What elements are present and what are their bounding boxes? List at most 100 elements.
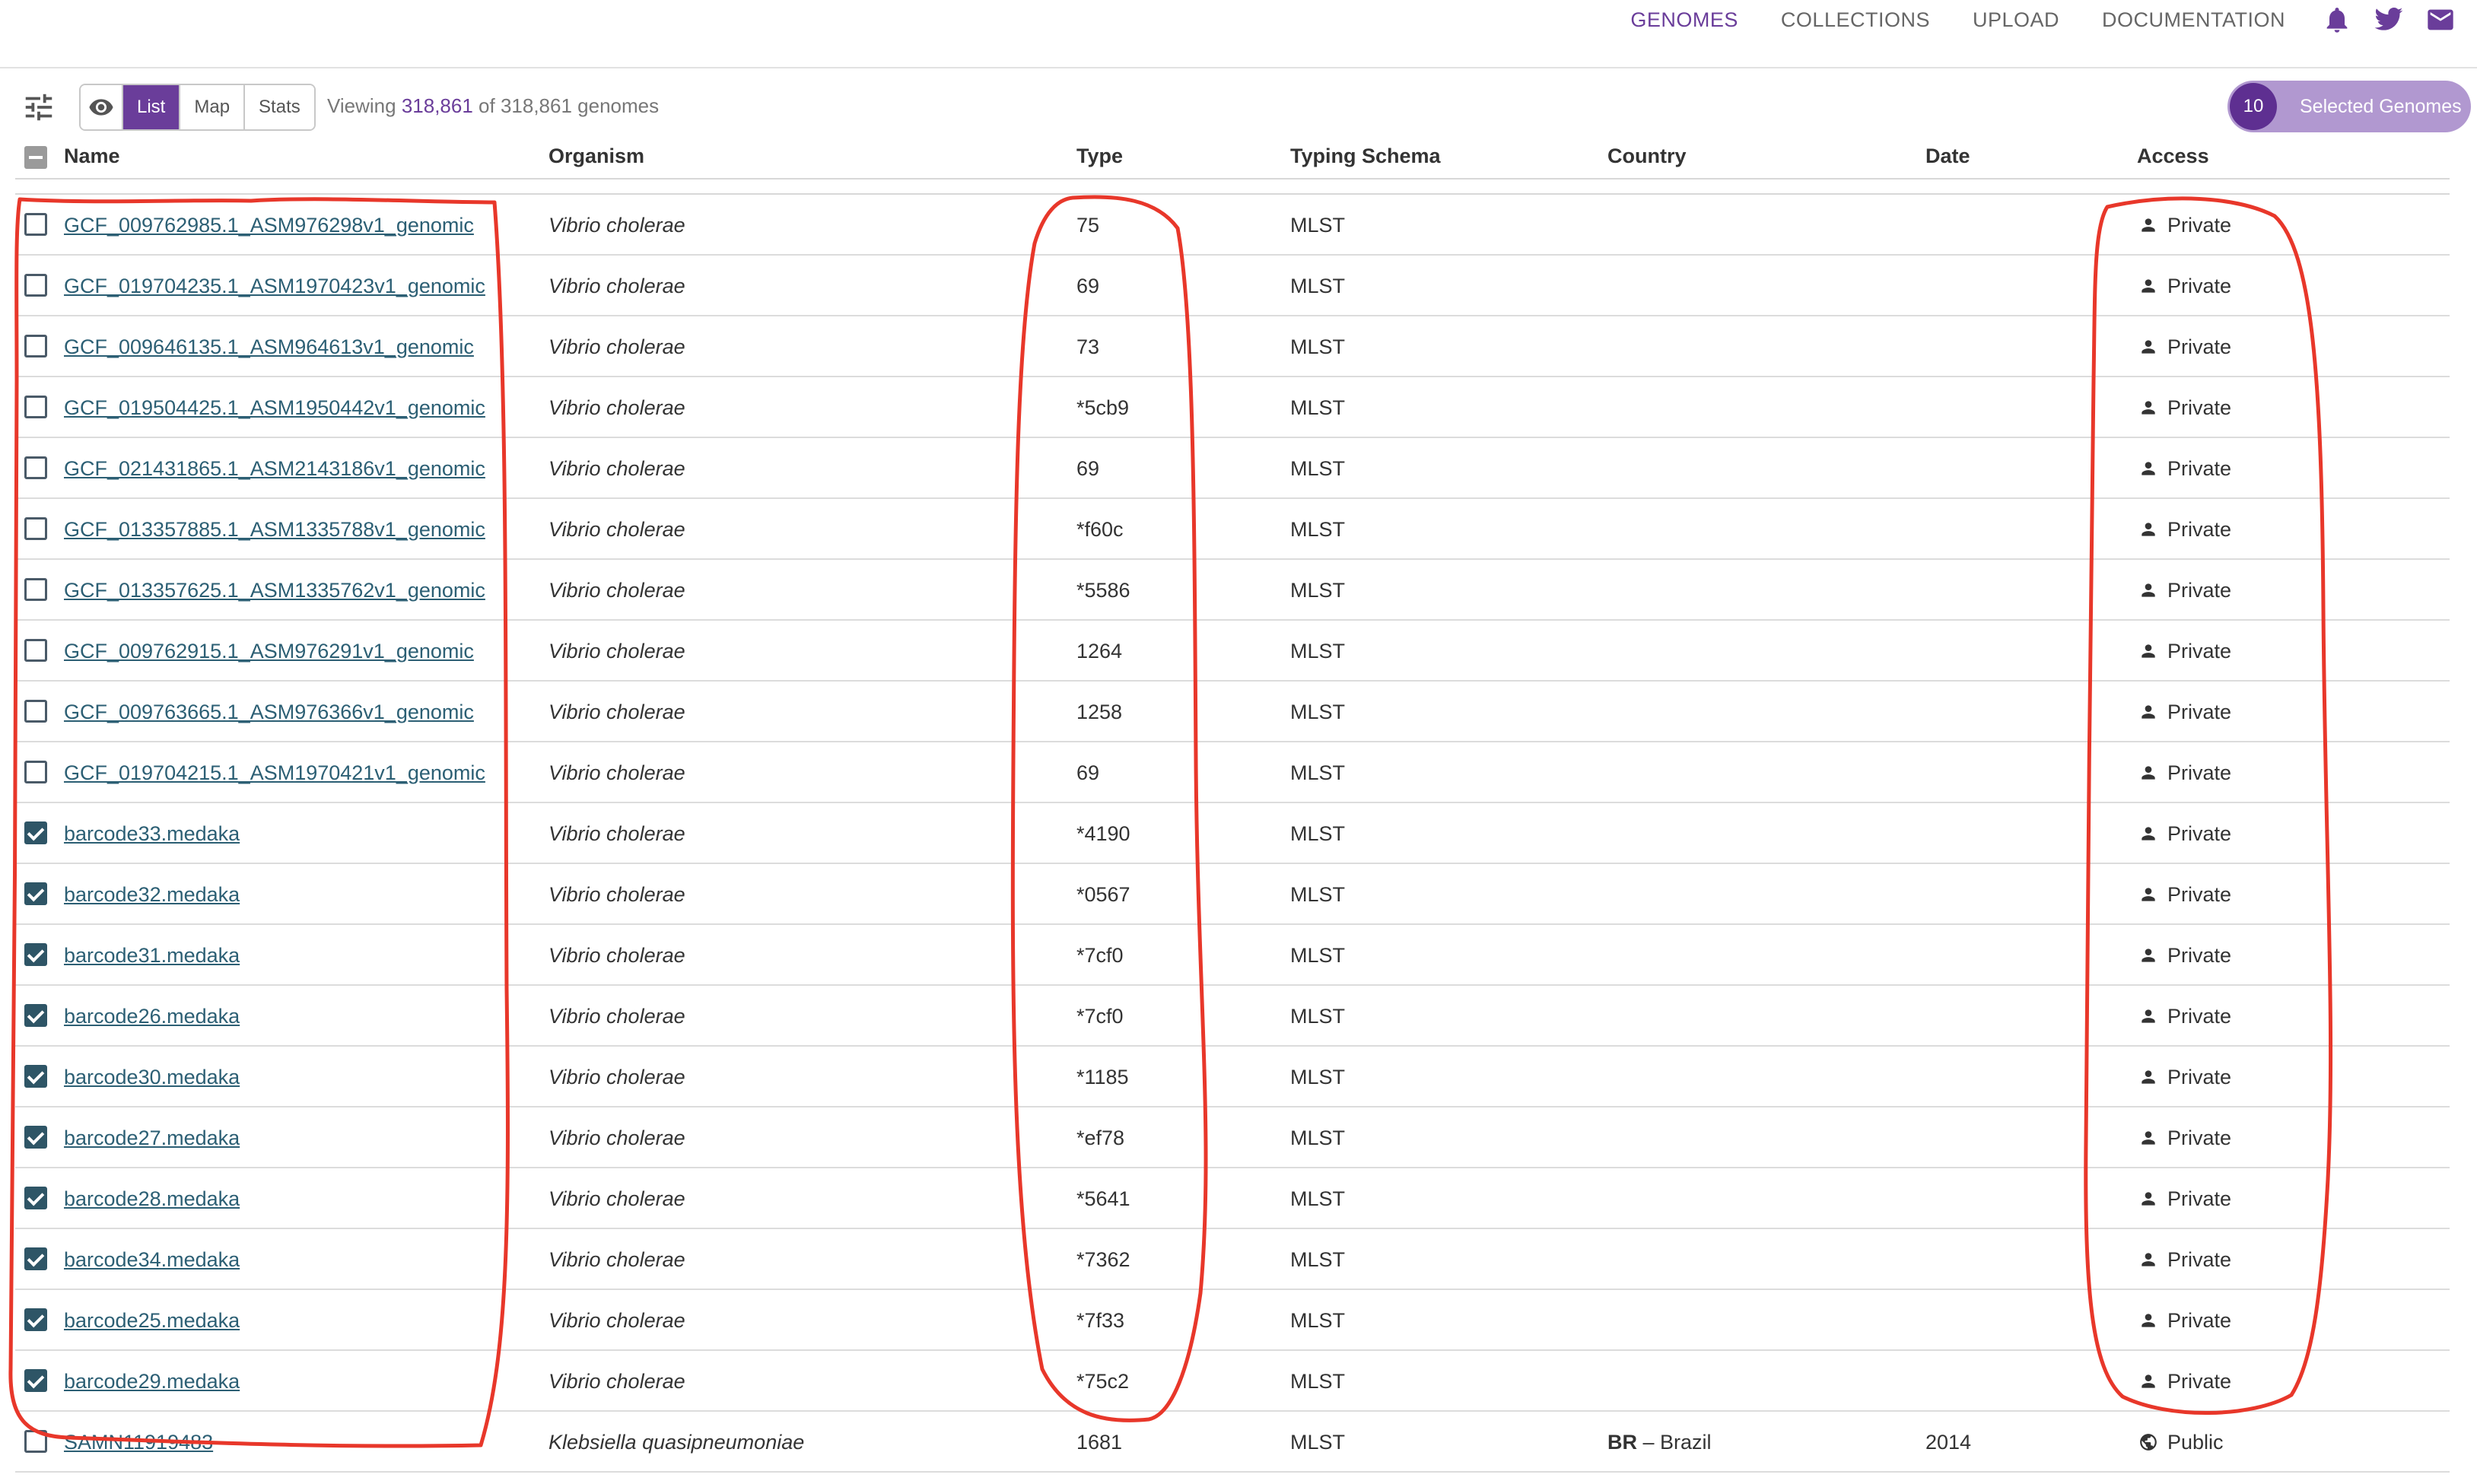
header-typing-schema[interactable]: Typing Schema bbox=[1290, 145, 1441, 168]
table-row[interactable]: barcode33.medaka Vibrio cholerae *4190 MLST… bbox=[15, 803, 2450, 864]
row-checkbox[interactable] bbox=[24, 943, 47, 966]
genome-name-link[interactable]: GCF_021431865.1_ASM2143186v1_genomic bbox=[64, 457, 485, 481]
genome-name-link[interactable]: GCF_013357625.1_ASM1335762v1_genomic bbox=[64, 579, 485, 602]
genome-name-link[interactable]: barcode26.medaka bbox=[64, 1005, 240, 1028]
person-icon bbox=[2138, 945, 2158, 965]
table-row[interactable]: barcode29.medaka Vibrio cholerae *75c2 MLST… bbox=[15, 1351, 2450, 1412]
header-organism[interactable]: Organism bbox=[549, 145, 644, 168]
type-cell: 69 bbox=[1076, 456, 1100, 480]
table-row[interactable]: GCF_009646135.1_ASM964613v1_genomic Vibri… bbox=[15, 316, 2450, 377]
access-cell: Private bbox=[2138, 621, 2231, 682]
row-checkbox[interactable] bbox=[24, 1187, 47, 1209]
view-map-button[interactable]: Map bbox=[180, 85, 246, 129]
genome-name-link[interactable]: GCF_009762985.1_ASM976298v1_genomic bbox=[64, 214, 474, 237]
genome-name-link[interactable]: barcode34.medaka bbox=[64, 1248, 240, 1272]
table-row[interactable]: barcode31.medaka Vibrio cholerae *7cf0 MLST… bbox=[15, 925, 2450, 986]
genome-name-link[interactable]: barcode31.medaka bbox=[64, 944, 240, 968]
genome-name-link[interactable]: barcode29.medaka bbox=[64, 1370, 240, 1393]
row-checkbox[interactable] bbox=[24, 700, 47, 723]
row-checkbox[interactable] bbox=[24, 456, 47, 479]
genome-name-link[interactable]: barcode25.medaka bbox=[64, 1309, 240, 1333]
header-type[interactable]: Type bbox=[1076, 145, 1123, 168]
table-row[interactable]: GCF_013357885.1_ASM1335788v1_genomic Vibr… bbox=[15, 499, 2450, 560]
row-checkbox[interactable] bbox=[24, 882, 47, 905]
row-checkbox[interactable] bbox=[24, 578, 47, 601]
genome-name-link[interactable]: GCF_009763665.1_ASM976366v1_genomic bbox=[64, 701, 474, 724]
genome-name-link[interactable]: GCF_019704215.1_ASM1970421v1_genomic bbox=[64, 761, 485, 785]
type-cell: 69 bbox=[1076, 761, 1100, 784]
genome-name-link[interactable]: barcode32.medaka bbox=[64, 883, 240, 907]
row-checkbox[interactable] bbox=[24, 396, 47, 418]
genome-name-link[interactable]: barcode28.medaka bbox=[64, 1187, 240, 1211]
row-checkbox[interactable] bbox=[24, 1369, 47, 1392]
row-checkbox[interactable] bbox=[24, 335, 47, 357]
row-checkbox[interactable] bbox=[24, 1065, 47, 1088]
table-row[interactable]: GCF_009763665.1_ASM976366v1_genomic Vibri… bbox=[15, 682, 2450, 742]
row-checkbox[interactable] bbox=[24, 517, 47, 540]
header-access[interactable]: Access bbox=[2137, 145, 2209, 168]
row-checkbox[interactable] bbox=[24, 821, 47, 844]
table-row[interactable]: GCF_021431865.1_ASM2143186v1_genomic Vibr… bbox=[15, 438, 2450, 499]
table-row[interactable]: GCF_019704235.1_ASM1970423v1_genomic Vibr… bbox=[15, 256, 2450, 316]
eye-icon[interactable] bbox=[81, 85, 123, 129]
header-name[interactable]: Name bbox=[64, 145, 120, 168]
row-checkbox[interactable] bbox=[24, 1004, 47, 1027]
typing-schema-cell: MLST bbox=[1290, 517, 1346, 541]
selected-genomes-button[interactable]: 10 Selected Genomes bbox=[2227, 81, 2471, 132]
table-row[interactable]: barcode30.medaka Vibrio cholerae *1185 MLST… bbox=[15, 1047, 2450, 1107]
mail-icon[interactable] bbox=[2425, 5, 2456, 35]
row-checkbox[interactable] bbox=[24, 1308, 47, 1331]
table-row[interactable]: SAMN11919483 Klebsiella quasipneumoniae 16… bbox=[15, 1412, 2450, 1473]
access-label: Private bbox=[2167, 517, 2232, 541]
bell-icon[interactable] bbox=[2322, 5, 2352, 35]
nav-upload[interactable]: UPLOAD bbox=[1973, 8, 2059, 32]
nav-genomes[interactable]: GENOMES bbox=[1630, 8, 1738, 32]
row-checkbox[interactable] bbox=[24, 1126, 47, 1149]
person-icon bbox=[2138, 459, 2158, 478]
row-checkbox[interactable] bbox=[24, 1430, 47, 1453]
person-icon bbox=[2138, 1067, 2158, 1087]
access-label: Private bbox=[2167, 213, 2232, 237]
header-date[interactable]: Date bbox=[1925, 145, 1970, 168]
nav-documentation[interactable]: DOCUMENTATION bbox=[2102, 8, 2285, 32]
genome-name-link[interactable]: SAMN11919483 bbox=[64, 1431, 213, 1454]
view-stats-button[interactable]: Stats bbox=[245, 85, 314, 129]
table-row[interactable]: GCF_013357625.1_ASM1335762v1_genomic Vibr… bbox=[15, 560, 2450, 621]
genome-name-link[interactable]: barcode33.medaka bbox=[64, 822, 240, 846]
row-checkbox[interactable] bbox=[24, 274, 47, 297]
nav-collections[interactable]: COLLECTIONS bbox=[1781, 8, 1930, 32]
table-row[interactable]: barcode34.medaka Vibrio cholerae *7362 MLST… bbox=[15, 1229, 2450, 1290]
table-row[interactable]: barcode25.medaka Vibrio cholerae *7f33 MLST… bbox=[15, 1290, 2450, 1351]
person-icon bbox=[2138, 337, 2158, 357]
viewing-prefix: Viewing bbox=[327, 94, 396, 117]
twitter-icon[interactable] bbox=[2374, 5, 2404, 35]
view-list-button[interactable]: List bbox=[123, 85, 181, 129]
access-label: Private bbox=[2167, 1065, 2232, 1088]
genome-name-link[interactable]: GCF_013357885.1_ASM1335788v1_genomic bbox=[64, 518, 485, 542]
table-row[interactable]: barcode32.medaka Vibrio cholerae *0567 MLST… bbox=[15, 864, 2450, 925]
row-checkbox[interactable] bbox=[24, 639, 47, 662]
genome-name-link[interactable]: barcode30.medaka bbox=[64, 1066, 240, 1089]
table-row[interactable]: GCF_019504425.1_ASM1950442v1_genomic Vibr… bbox=[15, 377, 2450, 438]
row-checkbox[interactable] bbox=[24, 1247, 47, 1270]
genome-name-link[interactable]: GCF_019704235.1_ASM1970423v1_genomic bbox=[64, 275, 485, 298]
row-checkbox[interactable] bbox=[24, 761, 47, 783]
table-row[interactable]: barcode26.medaka Vibrio cholerae *7cf0 MLST… bbox=[15, 986, 2450, 1047]
select-all-checkbox[interactable] bbox=[24, 146, 47, 169]
genome-name-link[interactable]: GCF_009646135.1_ASM964613v1_genomic bbox=[64, 335, 474, 359]
genome-name-link[interactable]: GCF_019504425.1_ASM1950442v1_genomic bbox=[64, 396, 485, 420]
table-row[interactable]: barcode28.medaka Vibrio cholerae *5641 MLST… bbox=[15, 1168, 2450, 1229]
header-country[interactable]: Country bbox=[1607, 145, 1687, 168]
row-checkbox[interactable] bbox=[24, 213, 47, 236]
table-body: GCF_009762985.1_ASM976298v1_genomic Vibri… bbox=[15, 195, 2450, 1473]
table-row[interactable]: GCF_019704215.1_ASM1970421v1_genomic Vibr… bbox=[15, 742, 2450, 803]
genome-name-link[interactable]: barcode27.medaka bbox=[64, 1127, 240, 1150]
organism-cell: Vibrio cholerae bbox=[549, 700, 685, 723]
table-row[interactable]: GCF_009762915.1_ASM976291v1_genomic Vibri… bbox=[15, 621, 2450, 682]
genome-name-link[interactable]: GCF_009762915.1_ASM976291v1_genomic bbox=[64, 640, 474, 663]
filter-sliders-icon[interactable] bbox=[21, 90, 56, 125]
organism-cell: Vibrio cholerae bbox=[549, 882, 685, 906]
table-row[interactable]: GCF_009762985.1_ASM976298v1_genomic Vibri… bbox=[15, 195, 2450, 256]
table-row[interactable]: barcode27.medaka Vibrio cholerae *ef78 MLST… bbox=[15, 1107, 2450, 1168]
access-cell: Private bbox=[2138, 742, 2231, 803]
